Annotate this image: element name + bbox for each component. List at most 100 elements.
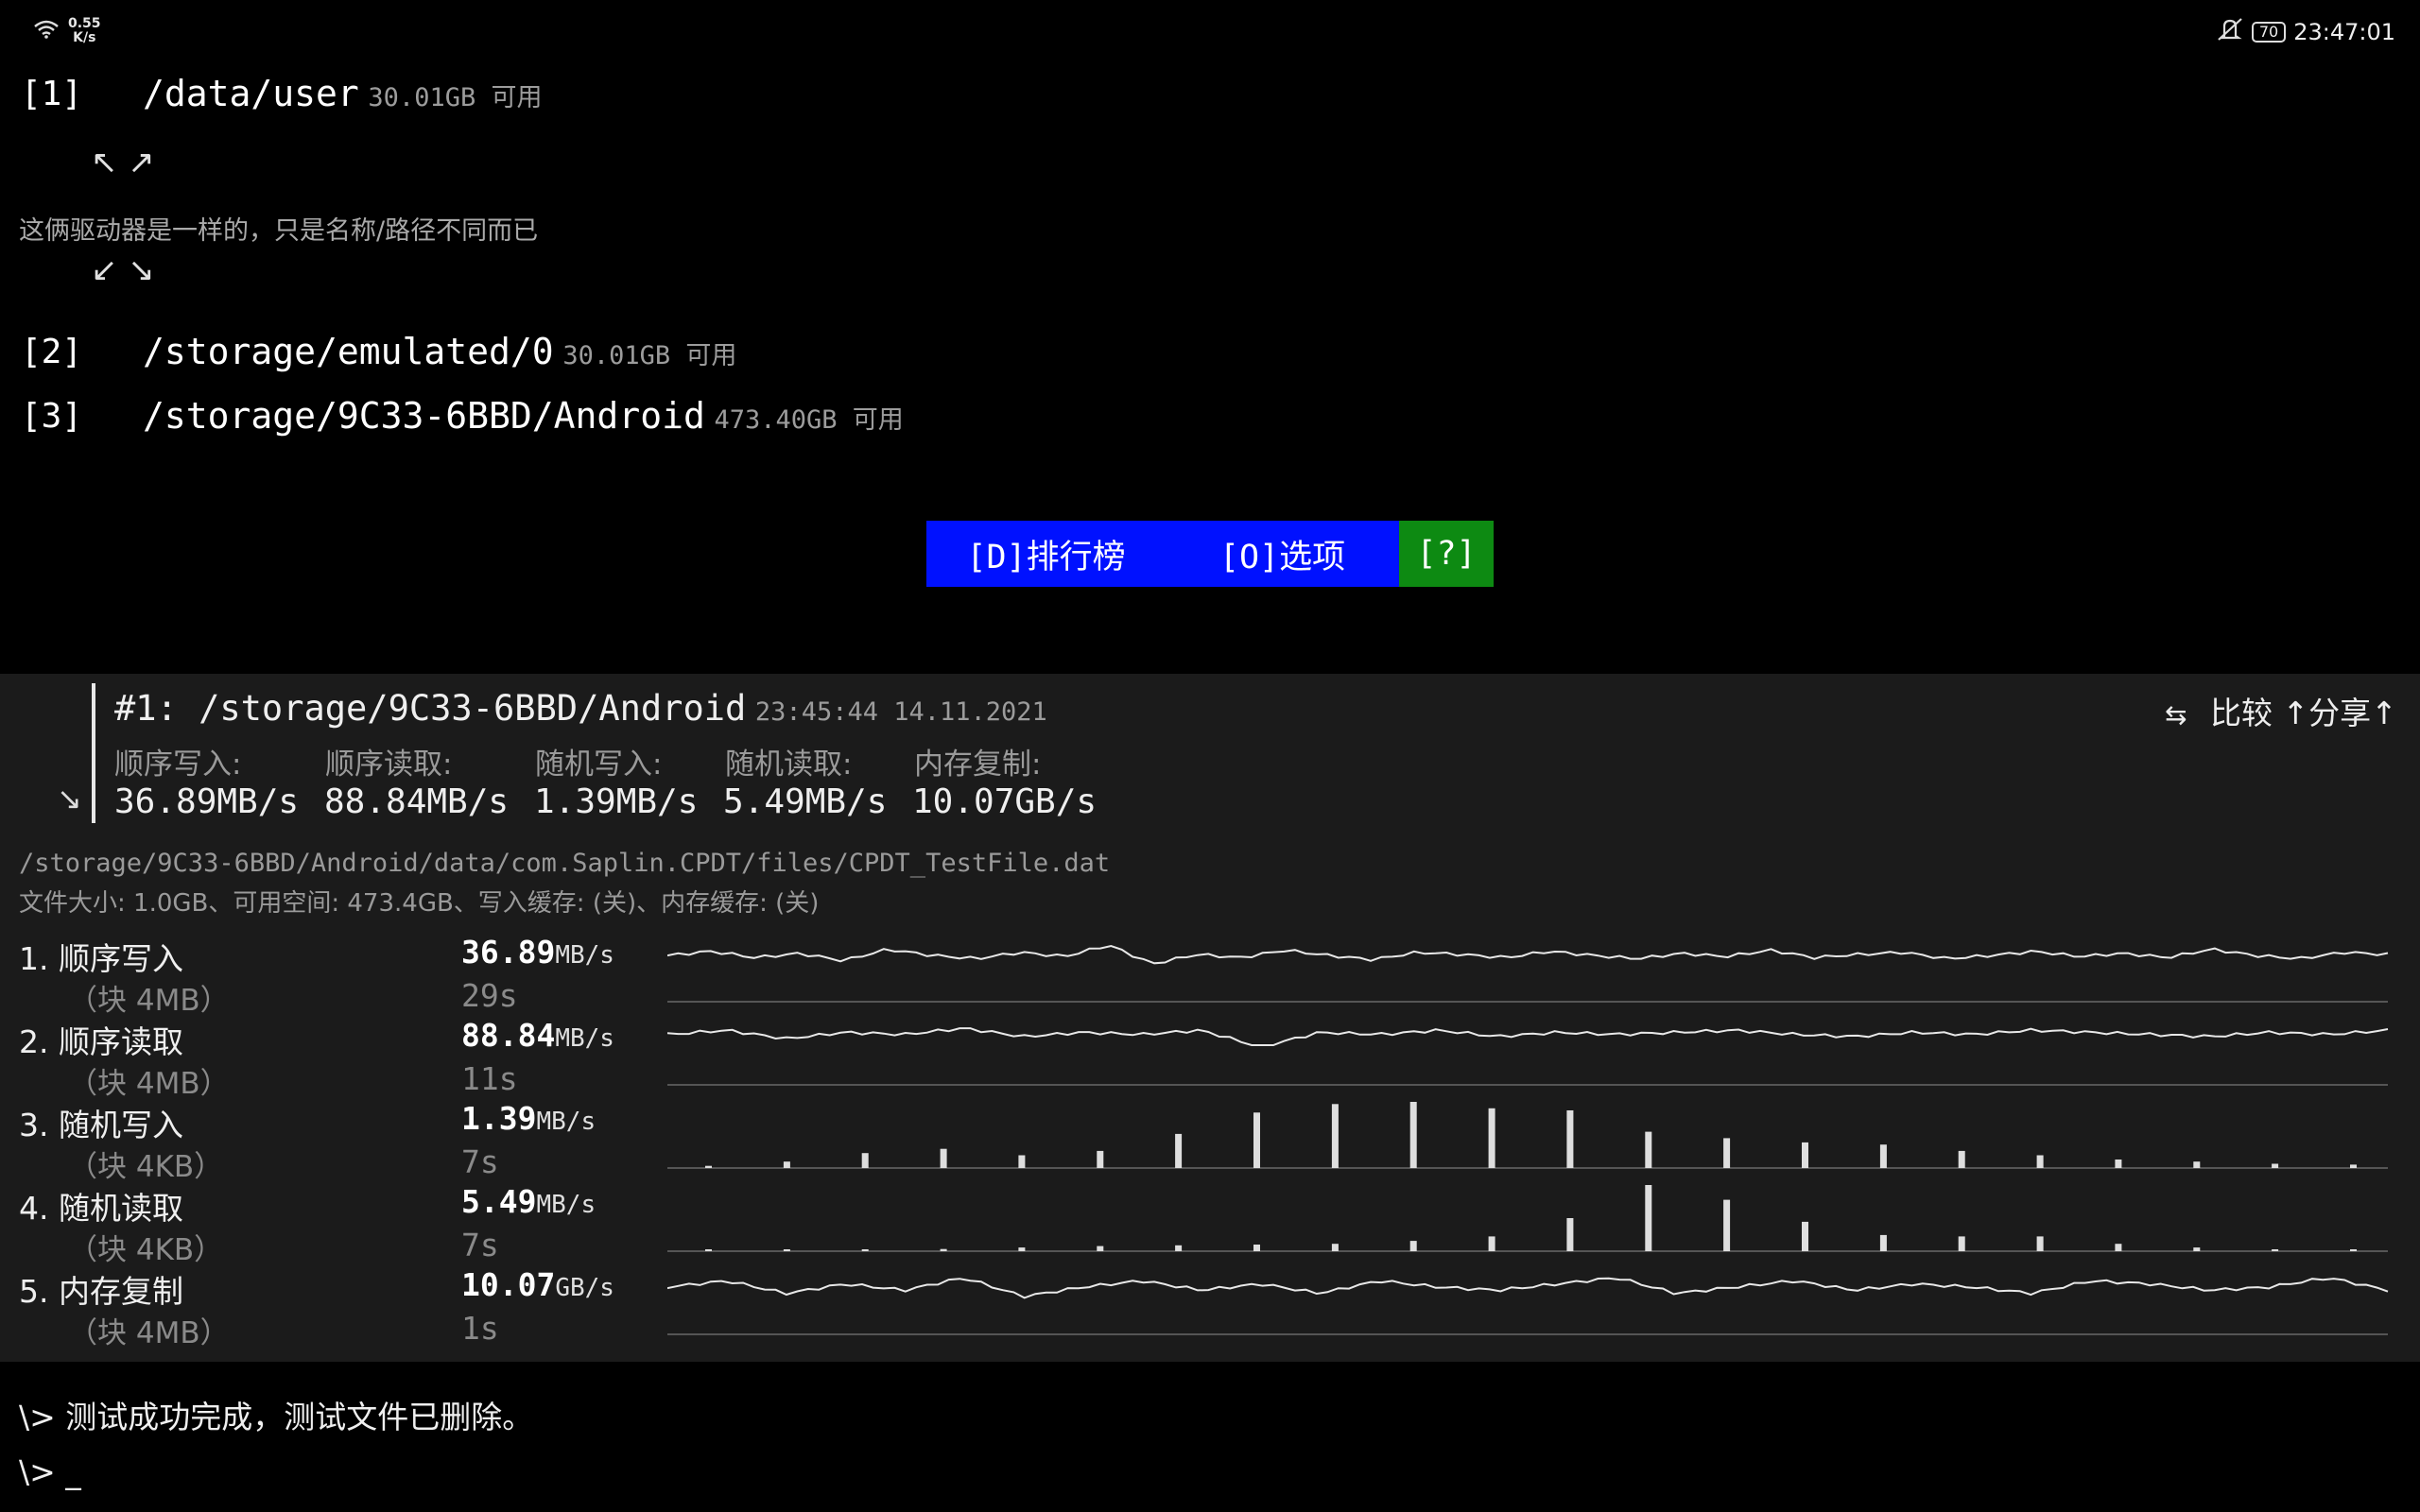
arrows-up-icon: ↖ ↗ (91, 144, 155, 181)
test-unit: MB/s (536, 1108, 596, 1136)
test-name: 3. 随机写入 (19, 1107, 183, 1143)
drive-path: /storage/9C33-6BBD/Android (143, 395, 705, 437)
test-name: 2. 顺序读取 (19, 1023, 183, 1060)
drive-item-2-path[interactable]: /storage/emulated/0 30.01GB 可用 (143, 331, 736, 372)
graph-bar (1723, 1199, 1731, 1251)
graph-bar (1958, 1150, 1965, 1168)
graph-bar (1879, 1144, 1887, 1168)
test-value: 5.49 (461, 1183, 537, 1220)
drive-item-3[interactable]: [3] (21, 397, 82, 436)
graph-bar (1409, 1102, 1417, 1168)
graph-bar (1802, 1221, 1808, 1251)
options-button[interactable]: [O]选项 (1166, 521, 1399, 587)
graph-bar (1409, 1241, 1417, 1251)
drive-item-3-path[interactable]: /storage/9C33-6BBD/Android 473.40GB 可用 (143, 395, 904, 437)
col-label-seq-read: 顺序读取: (325, 747, 453, 782)
col-value-rand-read: 5.49MB/s (723, 782, 888, 821)
graph-bar (2350, 1164, 2357, 1168)
result-header: #1: /storage/9C33-6BBD/Android 23:45:44 … (114, 688, 1047, 729)
graph-bar (1253, 1112, 1260, 1168)
graph-bar (1645, 1185, 1652, 1251)
graph-row-2 (667, 1027, 2389, 1086)
graph-bar (1097, 1150, 1104, 1168)
test-result: 88.84MB/s (461, 1017, 614, 1054)
test-block-size: （块 4MB） (68, 1316, 230, 1350)
drive-item-1[interactable]: [1] (21, 75, 82, 113)
help-button[interactable]: [?] (1399, 521, 1494, 587)
test-value: 36.89 (461, 934, 556, 971)
graph-row-3 (667, 1102, 2388, 1169)
graph-bar (861, 1153, 869, 1168)
test-file-path: /storage/9C33-6BBD/Android/data/com.Sapl… (19, 849, 1111, 878)
compare-button[interactable]: 比较 (2210, 695, 2273, 731)
graph-bar (1723, 1138, 1731, 1168)
col-value-rand-write: 1.39MB/s (534, 782, 699, 821)
collapse-icon[interactable]: ↘ (57, 781, 82, 816)
graph-bar (1175, 1133, 1183, 1168)
graph-bar (2115, 1160, 2122, 1168)
drive-item-2[interactable]: [2] (21, 333, 82, 371)
drive-index: [1] (21, 75, 83, 113)
net-speed-value: 0.55 (68, 16, 101, 31)
test-block-size: （块 4KB） (68, 1150, 224, 1184)
drive-index: [3] (21, 397, 83, 436)
graph-bar (1488, 1108, 1495, 1168)
test-result: 10.07GB/s (461, 1266, 614, 1303)
drive-item-1-path[interactable]: /data/user 30.01GB 可用 (143, 73, 542, 114)
graph-bar (1331, 1104, 1339, 1168)
arrows-down-icon: ↙ ↘ (91, 251, 155, 289)
benchmark-graphs (667, 944, 2389, 1335)
test-block-size: （块 4MB） (68, 984, 230, 1018)
test-file-info: 文件大小: 1.0GB、可用空间: 473.4GB、写入缓存: (关)、内存缓存… (19, 889, 820, 918)
status-left: 0.55 K/s (34, 17, 101, 45)
graph-bar (1566, 1218, 1574, 1251)
drive-free-space: 473.40GB 可用 (714, 405, 904, 435)
test-name: 4. 随机读取 (19, 1190, 183, 1227)
result-datetime: 23:45:44 14.11.2021 (754, 697, 1047, 727)
graph-bar (705, 1249, 712, 1251)
graph-row-4 (667, 1185, 2388, 1252)
test-value: 1.39 (461, 1100, 537, 1137)
graph-bar (783, 1249, 790, 1251)
leaderboard-button[interactable]: [D]排行榜 (926, 521, 1166, 587)
test-duration: 29s (461, 977, 518, 1014)
graph-bar (1488, 1236, 1495, 1251)
graph-bar (705, 1165, 712, 1168)
test-duration: 11s (461, 1060, 518, 1097)
drive-note: 这俩驱动器是一样的，只是名称/路径不同而已 (19, 216, 539, 246)
graph-bar (1802, 1142, 1808, 1168)
graph-row-1 (667, 944, 2389, 1003)
share-button[interactable]: ↑分享↑ (2282, 695, 2396, 731)
drive-path: /data/user (143, 73, 359, 114)
test-result: 1.39MB/s (461, 1100, 596, 1137)
graph-bar (2350, 1249, 2357, 1251)
graph-bar (2272, 1249, 2279, 1251)
compare-icon[interactable]: ⇆ (2165, 699, 2187, 730)
graph-line (667, 944, 2389, 965)
test-value: 88.84 (461, 1017, 556, 1054)
graph-bar (1958, 1236, 1965, 1251)
result-title: #1: /storage/9C33-6BBD/Android (114, 688, 747, 729)
console-prompt[interactable]: \> _ (19, 1453, 81, 1490)
col-label-seq-write: 顺序写入: (114, 747, 242, 782)
test-duration: 7s (461, 1227, 499, 1263)
test-name: 5. 内存复制 (19, 1273, 183, 1310)
graph-bar (1566, 1110, 1574, 1168)
test-duration: 1s (461, 1310, 499, 1347)
graph-bar (2193, 1247, 2201, 1251)
test-value: 10.07 (461, 1266, 556, 1303)
graph-bar (1175, 1245, 1183, 1251)
graph-bar (2115, 1244, 2122, 1251)
test-block-size: （块 4KB） (68, 1233, 224, 1267)
test-duration: 7s (461, 1143, 499, 1180)
graph-bar (1018, 1155, 1026, 1168)
test-block-size: （块 4MB） (68, 1067, 230, 1101)
test-unit: MB/s (555, 1024, 614, 1053)
graph-bar (2036, 1155, 2044, 1168)
graph-bar (1097, 1246, 1104, 1251)
net-speed: 0.55 K/s (68, 17, 101, 45)
result-selection-bar (92, 683, 95, 823)
test-unit: MB/s (555, 941, 614, 970)
test-unit: MB/s (536, 1191, 596, 1219)
graph-bar (1253, 1245, 1260, 1251)
